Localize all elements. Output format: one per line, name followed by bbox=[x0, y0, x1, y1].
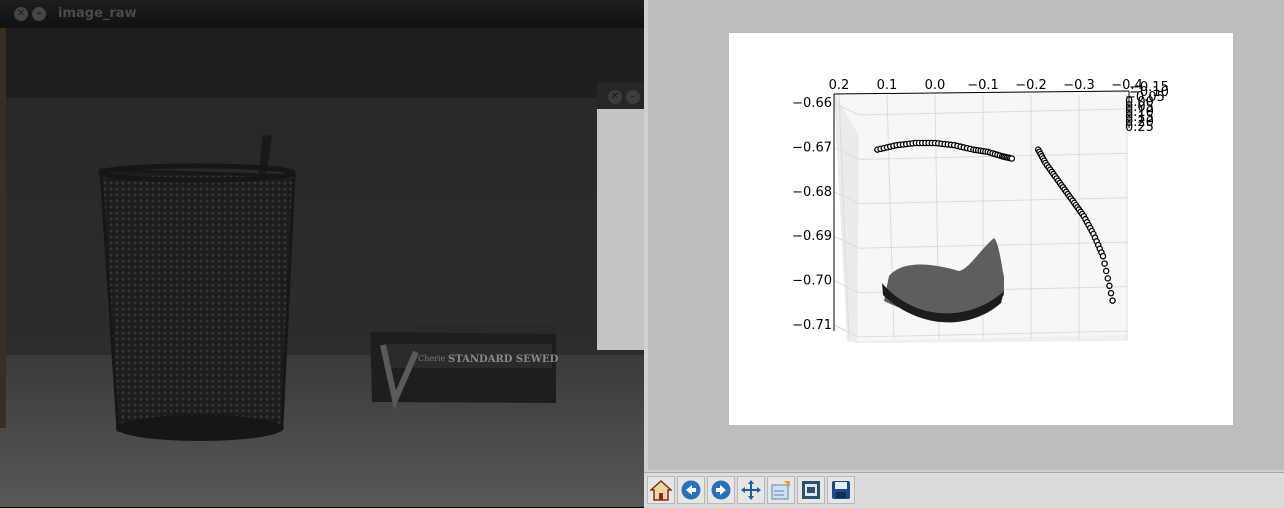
x-tick-label: −0.3 bbox=[1063, 78, 1095, 93]
canvas-area: 0.2 0.1 0.0 −0.1 −0.2 −0.3 −0.4 −0.66 −0.67 −0.6… bbox=[648, 0, 1284, 470]
y-tick-label: −0.68 bbox=[792, 185, 832, 200]
box-label-text: STANDARD SEWED bbox=[448, 354, 559, 365]
z-tick-labels: −0.15−0.10−0.050.000.050.100.150.200.25 bbox=[1125, 80, 1169, 135]
scatter-point bbox=[1099, 252, 1107, 260]
window-title: image_raw bbox=[58, 6, 137, 21]
secondary-window-titlebar[interactable]: ✕ – bbox=[597, 82, 644, 109]
y-tick-label: −0.66 bbox=[792, 96, 832, 111]
image-raw-window: ✕ – image_raw Cherie STANDARD SEWED bbox=[0, 0, 644, 507]
scatter-point bbox=[1107, 289, 1115, 297]
arrow-right-icon bbox=[711, 480, 731, 500]
secondary-window-body bbox=[597, 109, 644, 350]
home-icon bbox=[650, 479, 672, 501]
save-button[interactable] bbox=[827, 476, 855, 504]
y-tick-label: −0.70 bbox=[792, 274, 832, 289]
chart-3d-scatter[interactable]: 0.2 0.1 0.0 −0.1 −0.2 −0.3 −0.4 −0.66−0.67−0.6… bbox=[729, 33, 1233, 425]
y-tick-labels: −0.66 −0.67 −0.68 −0.69 −0.70 −0.71 bbox=[792, 96, 832, 333]
scatter-point bbox=[1109, 297, 1116, 304]
box-brand-text: Cherie bbox=[418, 354, 445, 363]
scatter-point bbox=[1101, 260, 1108, 267]
arrow-left-icon bbox=[681, 480, 701, 500]
y-tick-label: −0.71 bbox=[792, 318, 832, 333]
x-tick-label: 0.1 bbox=[877, 78, 898, 93]
image-raw-titlebar[interactable]: ✕ – image_raw bbox=[0, 0, 644, 28]
scatter-point bbox=[1106, 282, 1113, 290]
configure-subplots-button[interactable] bbox=[767, 476, 795, 504]
home-button[interactable] bbox=[647, 476, 675, 504]
back-button[interactable] bbox=[677, 476, 705, 504]
edit-axes-icon bbox=[802, 481, 820, 499]
minimize-icon[interactable]: – bbox=[32, 7, 46, 21]
camera-image: Cherie STANDARD SEWED bbox=[0, 28, 644, 507]
forward-button[interactable] bbox=[707, 476, 735, 504]
y-tick-label: −0.69 bbox=[792, 229, 832, 244]
scatter-point bbox=[1102, 267, 1110, 275]
z-tick-label: 0.25 bbox=[1125, 120, 1154, 135]
close-icon[interactable]: ✕ bbox=[608, 90, 622, 104]
x-tick-labels: 0.2 0.1 0.0 −0.1 −0.2 −0.3 −0.4 bbox=[829, 78, 1143, 93]
y-tick-label: −0.67 bbox=[792, 140, 832, 155]
side-pane bbox=[834, 93, 859, 343]
scatter-point bbox=[1104, 275, 1112, 282]
x-tick-label: 0.0 bbox=[925, 78, 946, 93]
pan-button[interactable] bbox=[737, 476, 765, 504]
floppy-save-icon bbox=[832, 481, 850, 499]
scatter-point bbox=[1008, 155, 1016, 162]
x-tick-label: 0.2 bbox=[829, 78, 850, 93]
x-tick-label: −0.2 bbox=[1015, 78, 1047, 93]
x-tick-label: −0.1 bbox=[967, 78, 999, 93]
plot-window: 0.2 0.1 0.0 −0.1 −0.2 −0.3 −0.4 −0.66 −0.67 −0.6… bbox=[644, 0, 1284, 508]
secondary-window[interactable]: ✕ – bbox=[597, 82, 644, 350]
close-icon[interactable]: ✕ bbox=[14, 7, 28, 21]
navigation-toolbar bbox=[644, 472, 1284, 508]
edit-axes-button[interactable] bbox=[797, 476, 825, 504]
configure-subplots-icon bbox=[771, 481, 790, 500]
move-arrows-icon bbox=[741, 480, 761, 500]
figure-canvas[interactable]: 0.2 0.1 0.0 −0.1 −0.2 −0.3 −0.4 −0.66 −0.67 −0.6… bbox=[729, 33, 1233, 425]
minimize-icon[interactable]: – bbox=[626, 90, 640, 104]
